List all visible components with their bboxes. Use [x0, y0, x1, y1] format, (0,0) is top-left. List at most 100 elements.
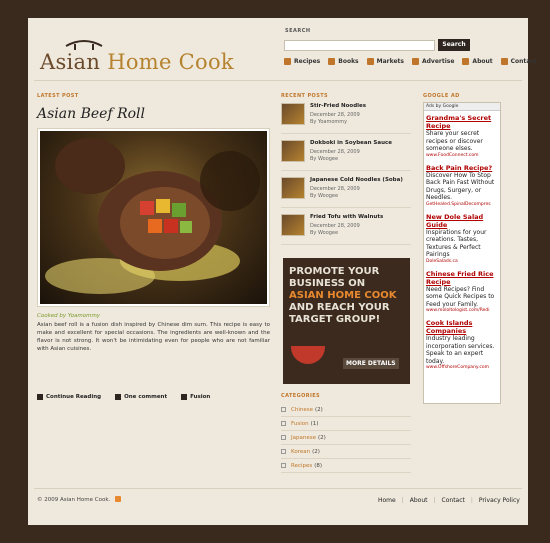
beef-roll-photo [40, 131, 267, 304]
list-item[interactable]: Korean (2) [281, 445, 411, 459]
ad-entry[interactable]: Chinese Fried Rice Recipe Need Recipes? … [424, 267, 500, 317]
food-illustration [45, 138, 260, 294]
post-excerpt: Asian beef roll is a fusion dish inspire… [37, 322, 270, 352]
recent-title[interactable]: Japanese Cold Noodles (Soba) [310, 177, 403, 183]
logo-home-cook: Home Cook [107, 50, 234, 74]
ad-url[interactable]: www.mololtologist.com/Redi [426, 308, 498, 314]
promo-line: BUSINESS ON [289, 278, 366, 289]
ad-body: Need Recipes? Find some Quick Recipes to… [426, 285, 495, 308]
main-nav: Recipes Books Markets Advertise About Co… [284, 58, 545, 65]
post-meta: Continue Reading One comment Fusion [37, 394, 224, 400]
category-count: (2) [312, 448, 320, 455]
list-item[interactable]: Japanese Cold Noodles (Soba) December 28… [281, 176, 411, 208]
nav-markets[interactable]: Markets [366, 58, 404, 65]
category-link[interactable]: Fusion [181, 394, 210, 400]
footer-link-privacy[interactable]: Privacy Policy [479, 497, 520, 504]
footer-link-contact[interactable]: Contact [442, 497, 465, 504]
recent-author: By Woogee [310, 230, 339, 236]
market-icon [366, 58, 374, 65]
ad-title[interactable]: Cook Islands Companies [426, 319, 498, 335]
ads-by-google[interactable]: Ads by Google [424, 103, 500, 111]
nav-label: Contact [510, 58, 537, 65]
nav-about[interactable]: About [462, 58, 493, 65]
site-logo[interactable]: Asian Home Cook [40, 38, 234, 83]
list-item[interactable]: Recipes (8) [281, 459, 411, 473]
logo-asian: Asian [40, 50, 101, 74]
list-item[interactable]: Fried Tofu with Walnuts December 28, 200… [281, 213, 411, 245]
recent-author: By Yoamommy [310, 119, 348, 125]
nav-books[interactable]: Books [328, 58, 359, 65]
bullet-icon [281, 435, 286, 440]
footer-nav: Home | About | Contact | Privacy Policy [378, 497, 520, 504]
list-item[interactable]: Stir-Fried Noodles December 28, 2009 By … [281, 102, 411, 134]
list-item[interactable]: Fusion (1) [281, 417, 411, 431]
ad-title[interactable]: Grandma's Secret Recipe [426, 114, 498, 130]
category-name[interactable]: Recipes [291, 463, 312, 469]
post-title[interactable]: Asian Beef Roll [37, 106, 145, 122]
category-name[interactable]: Korean [291, 449, 310, 455]
cooked-by[interactable]: Cooked by Yoamommy [37, 313, 100, 319]
footer-link-home[interactable]: Home [378, 497, 396, 504]
roof-logo-icon [65, 40, 103, 50]
ad-entry[interactable]: Grandma's Secret Recipe Share your secre… [424, 111, 500, 161]
page-frame: Asian Home Cook SEARCH Search Recipes Bo… [28, 18, 537, 525]
hero-image[interactable] [37, 128, 270, 307]
ad-entry[interactable]: Cook Islands Companies Industry leading … [424, 316, 500, 373]
list-item[interactable]: Japanese (2) [281, 431, 411, 445]
search-button[interactable]: Search [438, 39, 470, 51]
footer-link-about[interactable]: About [410, 497, 428, 504]
ad-url[interactable]: www.FoodConnect.com [426, 153, 498, 159]
nav-contact[interactable]: Contact [500, 58, 537, 65]
recent-thumbnail [281, 177, 305, 199]
megaphone-icon [411, 58, 419, 65]
ad-url[interactable]: GetHealed.SpinalDecompres [426, 202, 498, 208]
continue-reading-link[interactable]: Continue Reading [37, 394, 101, 400]
ad-body: Share your secret recipes or discover so… [426, 130, 483, 152]
category-name[interactable]: Fusion [291, 421, 309, 427]
category-count: (2) [314, 406, 323, 413]
recent-title[interactable]: Fried Tofu with Walnuts [310, 214, 383, 220]
category-count: (1) [310, 420, 319, 427]
comments-link[interactable]: One comment [115, 394, 167, 400]
meta-label: Continue Reading [46, 394, 102, 400]
recent-date: December 28, 2009 [310, 223, 360, 229]
categories-label: CATEGORIES [281, 393, 321, 399]
categories-list: Chinese (2) Fusion (1) Japanese (2) Korean(… [281, 403, 411, 473]
ad-title[interactable]: Chinese Fried Rice Recipe [426, 270, 498, 286]
ad-url[interactable]: www.OffshoreCompany.com [426, 365, 498, 371]
promo-line: AND REACH YOUR [289, 302, 390, 313]
rss-icon[interactable] [115, 496, 121, 502]
ad-entry[interactable]: New Dole Salad Guide Inspirations for yo… [424, 210, 500, 267]
nav-label: Recipes [294, 58, 321, 65]
ad-title[interactable]: Back Pain Recipe? [426, 164, 498, 172]
list-item[interactable]: Chinese (2) [281, 403, 411, 417]
nav-advertise[interactable]: Advertise [411, 58, 455, 65]
recent-author: By Woogee [310, 193, 339, 199]
more-details-button[interactable]: MORE DETAILS [343, 358, 399, 369]
bullet-icon [281, 449, 286, 454]
separator: | [433, 497, 436, 504]
info-icon [462, 58, 470, 65]
separator: | [470, 497, 473, 504]
ad-url[interactable]: DoleSalads.ca [426, 259, 498, 265]
category-name[interactable]: Chinese [291, 407, 313, 413]
category-name[interactable]: Japanese [291, 435, 316, 441]
recent-title[interactable]: Stir-Fried Noodles [310, 103, 366, 109]
ad-entry[interactable]: Back Pain Recipe? Discover How To Stop B… [424, 161, 500, 210]
promo-banner[interactable]: PROMOTE YOUR BUSINESS ON ASIAN HOME COOK… [283, 258, 410, 384]
nav-label: Books [338, 58, 359, 65]
mail-icon [500, 58, 508, 65]
meta-label: Fusion [190, 394, 211, 400]
comment-icon [115, 394, 122, 400]
promo-line: ASIAN HOME COOK [289, 290, 397, 301]
nav-recipes[interactable]: Recipes [284, 58, 320, 65]
separator: | [401, 497, 404, 504]
ad-body: Discover How To Stop Back Pain Fast With… [426, 171, 495, 202]
meta-label: One comment [124, 394, 168, 400]
category-count: (8) [314, 462, 323, 469]
recent-title[interactable]: Dokboki in Soybean Sauce [310, 140, 392, 146]
nav-label: Advertise [421, 58, 455, 65]
search-input[interactable] [284, 40, 435, 51]
list-item[interactable]: Dokboki in Soybean Sauce December 28, 20… [281, 139, 411, 171]
ad-title[interactable]: New Dole Salad Guide [426, 213, 498, 229]
